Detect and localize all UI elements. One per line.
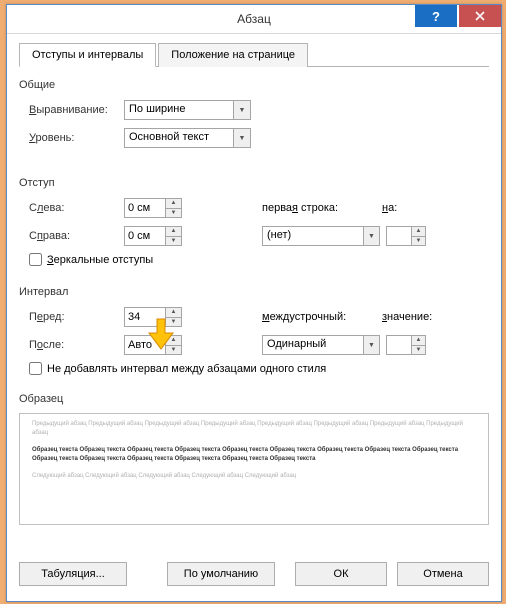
spin-up-icon[interactable]: ▲ [166,336,181,346]
indent-right-spinner[interactable]: ▲▼ [124,226,182,246]
caption-buttons: ? [415,5,501,27]
tabs-button[interactable]: Табуляция... [19,562,127,586]
before-input[interactable] [125,308,165,326]
no-add-space-checkbox[interactable] [29,362,42,375]
group-spacing-label: Интервал [19,286,489,298]
at-spinner[interactable]: ▲▼ [386,335,426,355]
default-button[interactable]: По умолчанию [167,562,275,586]
before-spinner[interactable]: ▲▼ [124,307,182,327]
indent-left-input[interactable] [125,199,165,217]
dialog-buttons: Табуляция... По умолчанию ОК Отмена [19,562,489,586]
alignment-label: Выравнивание: [19,104,124,116]
window-title: Абзац [237,12,271,26]
indent-right-label: Справа: [19,230,124,242]
after-spinner[interactable]: ▲▼ [124,335,182,355]
level-select[interactable]: Основной текст ▼ [124,128,251,148]
firstline-by-label: на: [382,202,422,214]
indent-left-spinner[interactable]: ▲▼ [124,198,182,218]
indent-left-label: Слева: [19,202,124,214]
after-label: После: [19,339,124,351]
indent-right-input[interactable] [125,227,165,245]
after-input[interactable] [125,336,165,354]
preview-sample: Образец текста Образец текста Образец те… [32,446,476,464]
preview-next: Следующий абзац Следующий абзац Следующи… [32,472,476,481]
no-add-space-label: Не добавлять интервал между абзацами одн… [47,363,326,375]
tab-pagination[interactable]: Положение на странице [158,43,308,67]
group-general-label: Общие [19,79,489,91]
close-button[interactable] [459,5,501,27]
tab-strip: Отступы и интервалы Положение на страниц… [19,42,489,67]
group-indent-label: Отступ [19,177,489,189]
spin-down-icon[interactable]: ▼ [166,346,181,355]
linespacing-select[interactable]: Одинарный ▼ [262,335,380,355]
chevron-down-icon: ▼ [363,227,379,245]
at-label: значение: [382,311,442,323]
cancel-button[interactable]: Отмена [397,562,489,586]
spin-up-icon[interactable]: ▲ [412,227,425,237]
mirror-indents-label: Зеркальные отступы [47,254,153,266]
spin-up-icon[interactable]: ▲ [166,199,181,209]
close-icon [475,11,485,21]
level-label: Уровень: [19,132,124,144]
client-area: Отступы и интервалы Положение на страниц… [7,34,501,594]
spin-down-icon[interactable]: ▼ [166,237,181,246]
spin-down-icon[interactable]: ▼ [166,318,181,327]
tab-indents[interactable]: Отступы и интервалы [19,43,156,67]
title-bar: Абзац ? [7,5,501,34]
firstline-by-input[interactable] [387,227,411,245]
spin-down-icon[interactable]: ▼ [412,237,425,246]
before-label: Перед: [19,311,124,323]
preview-label: Образец [19,393,489,405]
preview-box: Предыдущий абзац Предыдущий абзац Предыд… [19,413,489,525]
chevron-down-icon: ▼ [363,336,379,354]
chevron-down-icon: ▼ [233,101,250,119]
spin-up-icon[interactable]: ▲ [166,308,181,318]
preview-prev: Предыдущий абзац Предыдущий абзац Предыд… [32,420,476,438]
spin-up-icon[interactable]: ▲ [166,227,181,237]
firstline-by-spinner[interactable]: ▲▼ [386,226,426,246]
chevron-down-icon: ▼ [233,129,250,147]
alignment-select[interactable]: По ширине ▼ [124,100,251,120]
firstline-label: первая строка: [262,202,382,214]
at-input[interactable] [387,336,411,354]
spin-up-icon[interactable]: ▲ [412,336,425,346]
firstline-select[interactable]: (нет) ▼ [262,226,380,246]
dialog-window: Абзац ? Отступы и интервалы Положение на… [6,4,502,602]
spin-down-icon[interactable]: ▼ [412,346,425,355]
spin-down-icon[interactable]: ▼ [166,209,181,218]
help-button[interactable]: ? [415,5,457,27]
mirror-indents-checkbox[interactable] [29,253,42,266]
ok-button[interactable]: ОК [295,562,387,586]
linespacing-label: междустрочный: [262,311,382,323]
